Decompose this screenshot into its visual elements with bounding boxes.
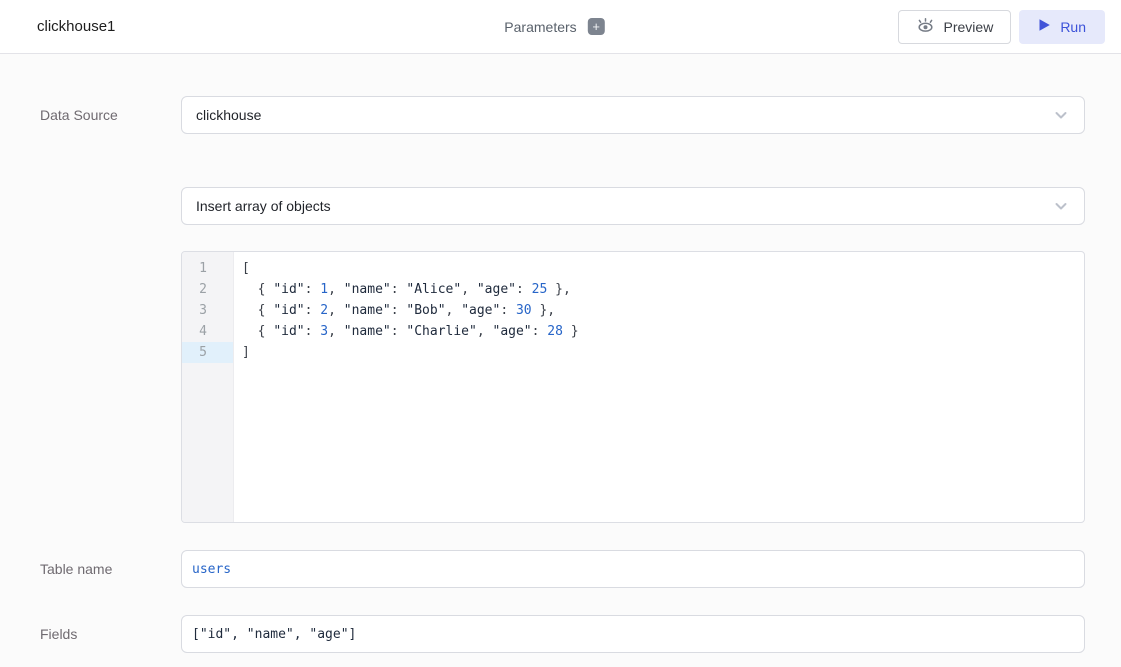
fields-value: ["id", "name", "age"] [192, 627, 356, 642]
code-line[interactable]: { "id": 1, "name": "Alice", "age": 25 }, [242, 279, 1084, 300]
data-source-row: Data Source clickhouse [40, 96, 1121, 134]
line-number: 2 [182, 279, 233, 300]
editor-row: 12345 [ { "id": 1, "name": "Alice", "age… [40, 251, 1121, 523]
table-name-input[interactable]: users [181, 550, 1085, 588]
editor-gutter: 12345 [182, 252, 234, 522]
line-number: 5 [182, 342, 233, 363]
parameters-label: Parameters [504, 19, 576, 35]
code-line[interactable]: { "id": 2, "name": "Bob", "age": 30 }, [242, 300, 1084, 321]
data-source-label: Data Source [40, 96, 181, 134]
add-parameter-button[interactable]: + [588, 18, 605, 35]
query-header: clickhouse1 Parameters + Preview [0, 0, 1121, 54]
code-editor[interactable]: 12345 [ { "id": 1, "name": "Alice", "age… [181, 251, 1085, 523]
operation-label-spacer [40, 187, 181, 225]
editor-label-spacer [40, 251, 181, 523]
fields-label: Fields [40, 615, 181, 653]
operation-row: Insert array of objects [40, 187, 1121, 225]
fields-row: Fields ["id", "name", "age"] [40, 615, 1121, 653]
code-line[interactable]: { "id": 3, "name": "Charlie", "age": 28 … [242, 321, 1084, 342]
chevron-down-icon [1052, 197, 1070, 215]
line-number: 3 [182, 300, 233, 321]
preview-button-label: Preview [944, 19, 994, 35]
table-name-value: users [192, 562, 231, 577]
query-title: clickhouse1 [37, 18, 115, 35]
data-source-select[interactable]: clickhouse [181, 96, 1085, 134]
eye-icon [916, 17, 935, 36]
line-number: 1 [182, 258, 233, 279]
code-line[interactable]: ] [242, 342, 1084, 363]
data-source-value: clickhouse [196, 107, 261, 123]
query-form: Data Source clickhouse Insert array of o… [0, 54, 1121, 653]
operation-select[interactable]: Insert array of objects [181, 187, 1085, 225]
header-actions: Preview Run [898, 10, 1105, 44]
line-number: 4 [182, 321, 233, 342]
operation-value: Insert array of objects [196, 198, 331, 214]
fields-input[interactable]: ["id", "name", "age"] [181, 615, 1085, 653]
play-icon [1038, 18, 1051, 35]
preview-button[interactable]: Preview [898, 10, 1012, 44]
editor-code[interactable]: [ { "id": 1, "name": "Alice", "age": 25 … [234, 252, 1084, 522]
table-name-label: Table name [40, 550, 181, 588]
code-line[interactable]: [ [242, 258, 1084, 279]
run-button-label: Run [1060, 19, 1086, 35]
table-name-row: Table name users [40, 550, 1121, 588]
plus-icon: + [592, 19, 600, 34]
chevron-down-icon [1052, 106, 1070, 124]
parameters-group: Parameters + [504, 18, 604, 35]
run-button[interactable]: Run [1019, 10, 1105, 44]
